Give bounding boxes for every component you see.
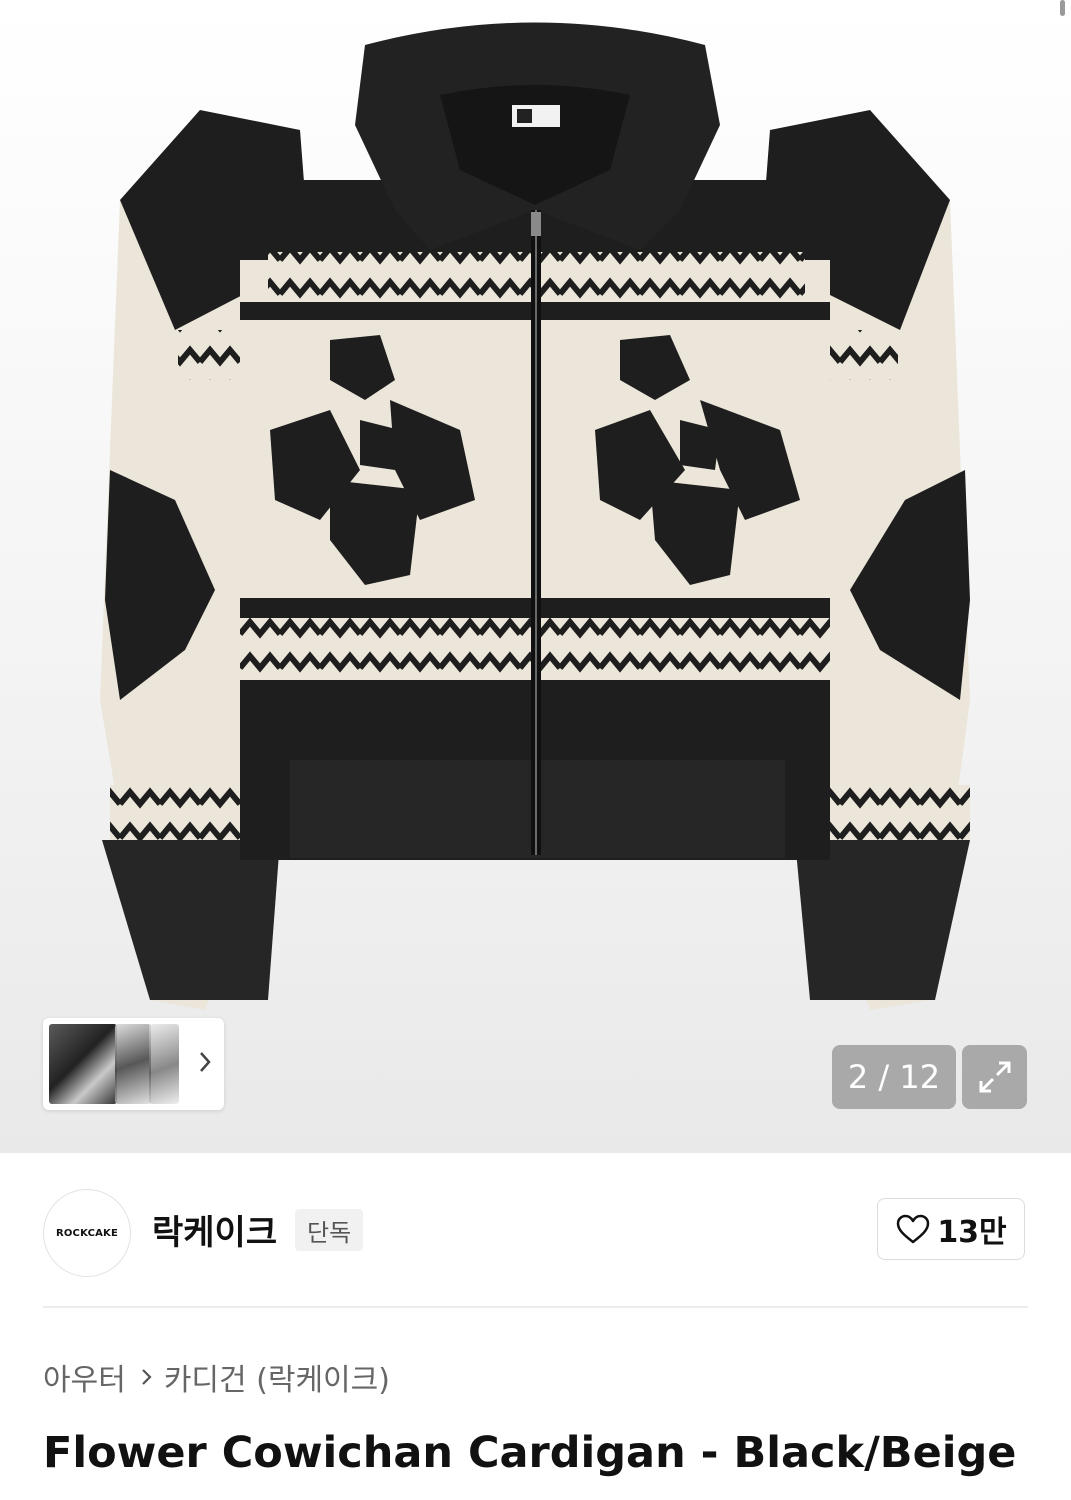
thumbnail-image[interactable] <box>49 1024 117 1104</box>
expand-icon <box>979 1061 1010 1093</box>
brand-name[interactable]: 락케이크 <box>152 1205 277 1254</box>
heart-icon <box>897 1214 930 1244</box>
like-count: 13만 <box>937 1215 1007 1250</box>
like-button[interactable]: 13만 <box>877 1198 1025 1260</box>
chevron-right-icon[interactable] <box>193 1044 217 1080</box>
breadcrumb: 아우터 카디건 (락케이크) <box>43 1355 390 1399</box>
product-image-gallery[interactable]: 2 / 12 <box>0 0 1071 1153</box>
thumbnail-strip[interactable] <box>43 1018 224 1110</box>
fullscreen-button[interactable] <box>962 1045 1027 1109</box>
exclusive-badge: 단독 <box>295 1209 364 1251</box>
product-title: Flower Cowichan Cardigan - Black/Beige <box>43 1428 1017 1478</box>
product-image[interactable] <box>0 0 1071 1153</box>
thumbnail-image[interactable] <box>115 1024 151 1104</box>
breadcrumb-item-cardigan[interactable]: 카디건 (락케이크) <box>164 1355 390 1399</box>
brand-logo[interactable]: ROCKCAKE <box>43 1189 131 1277</box>
thumbnail-image[interactable] <box>149 1024 179 1104</box>
image-page-counter: 2 / 12 <box>832 1045 956 1109</box>
brand-row: ROCKCAKE 락케이크 단독 13만 <box>0 1153 1071 1308</box>
chevron-right-icon <box>140 1367 154 1387</box>
breadcrumb-item-outer[interactable]: 아우터 <box>43 1355 126 1399</box>
brand-logo-text: ROCKCAKE <box>55 1227 119 1239</box>
divider <box>43 1306 1028 1308</box>
